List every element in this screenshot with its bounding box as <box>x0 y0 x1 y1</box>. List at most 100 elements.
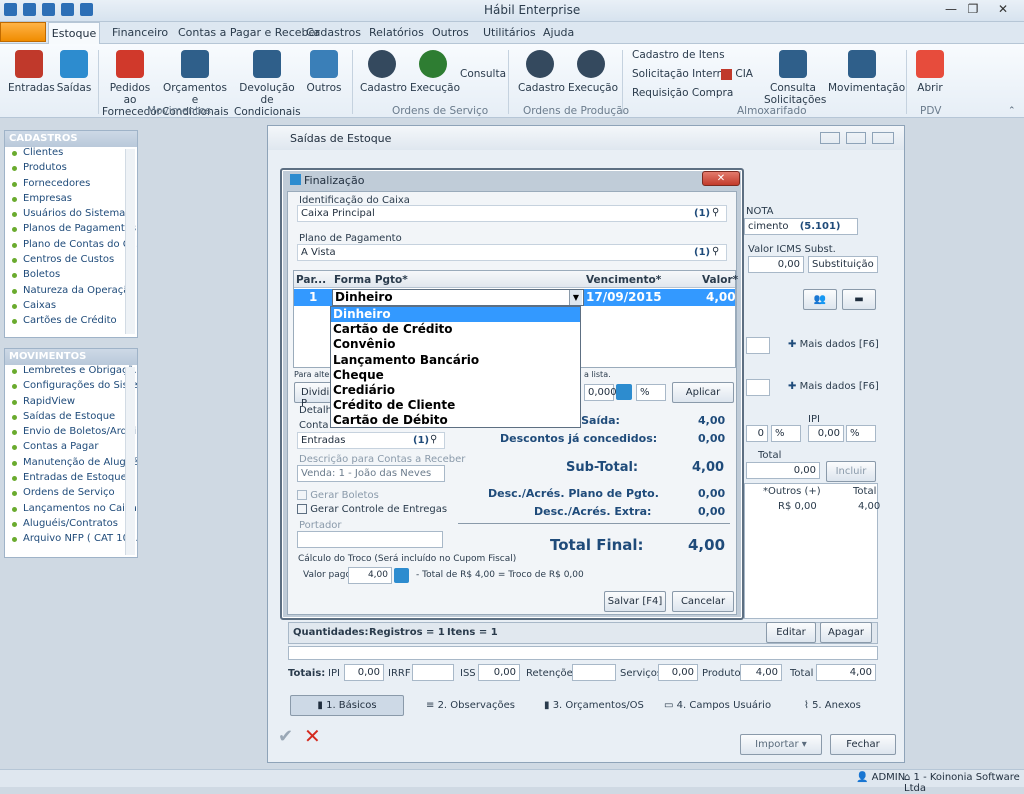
sidebar-item[interactable]: Saídas de Estoque <box>5 411 137 426</box>
tab-campos-usuario[interactable]: ▭ 4. Campos Usuário <box>664 700 771 711</box>
minimize-button[interactable]: — <box>940 2 962 18</box>
option-lancamento-bancario[interactable]: Lançamento Bancário <box>331 353 580 368</box>
tab-financeiro[interactable]: Financeiro <box>112 26 168 39</box>
movimentos-header[interactable]: MOVIMENTOS <box>5 349 137 365</box>
cadastros-scrollbar[interactable] <box>125 149 135 334</box>
tab-ajuda[interactable]: Ajuda <box>543 26 574 39</box>
tab-relatorios[interactable]: Relatórios <box>369 26 424 39</box>
rate-pct-select[interactable]: % <box>636 384 666 401</box>
sidebar-item[interactable]: Usuários do Sistema <box>5 208 137 223</box>
sidebar-item[interactable]: RapidView <box>5 396 137 411</box>
mais-dados-button-1[interactable]: ✚ Mais dados [F6] <box>788 339 879 350</box>
dialog-close-button[interactable]: ✕ <box>702 171 740 186</box>
sidebar-item[interactable]: Cartões de Crédito <box>5 315 137 330</box>
mais-dados-button-2[interactable]: ✚ Mais dados [F6] <box>788 381 879 392</box>
sidebar-item[interactable]: Manutenção de Alugué... <box>5 457 137 472</box>
option-cartao-debito[interactable]: Cartão de Débito <box>331 413 580 428</box>
close-button[interactable]: ✕ <box>992 2 1014 18</box>
aplicar-button[interactable]: Aplicar <box>672 382 734 403</box>
calendar-icon[interactable] <box>61 3 74 16</box>
requisicao-compra-button[interactable]: Requisição Compra <box>632 87 733 99</box>
portador-field[interactable] <box>297 531 443 548</box>
people-button[interactable]: 👥 <box>803 289 837 310</box>
saidas-restore-button[interactable] <box>846 132 866 144</box>
calculator-icon[interactable] <box>616 384 632 400</box>
ipi-pct-select[interactable]: % <box>846 425 876 442</box>
subst-select[interactable]: Substituição <box>808 256 878 273</box>
solicitacao-interna-button[interactable]: Solicitação Interna <box>632 68 730 80</box>
truck-button[interactable]: ▬ <box>842 289 876 310</box>
option-dinheiro[interactable]: Dinheiro <box>331 307 580 323</box>
tab-cadastros[interactable]: Cadastros <box>306 26 361 39</box>
tab-estoque[interactable]: Estoque <box>48 22 100 44</box>
saidas-button[interactable]: Saídas <box>54 50 94 94</box>
print-icon[interactable] <box>23 3 36 16</box>
chevron-down-icon[interactable]: ▼ <box>569 290 582 305</box>
sidebar-item[interactable]: Contas a Pagar <box>5 441 137 456</box>
sidebar-item[interactable]: Lançamentos no Caixa <box>5 503 137 518</box>
sidebar-item[interactable]: Clientes <box>5 147 137 162</box>
disc-pct-select[interactable]: % <box>771 425 801 442</box>
descricao-field[interactable]: Venda: 1 - João das Neves <box>297 465 445 482</box>
total-field[interactable]: 0,00 <box>746 462 820 479</box>
sidebar-item[interactable]: Lembretes e Obrigaçõ... <box>5 365 137 380</box>
outros-button[interactable]: Outros <box>304 50 344 94</box>
restore-button[interactable]: ❐ <box>962 2 984 18</box>
gerar-entregas-checkbox[interactable]: Gerar Controle de Entregas <box>297 504 447 515</box>
option-credito-cliente[interactable]: Crédito de Cliente <box>331 398 580 413</box>
tab-anexos[interactable]: ⌇ 5. Anexos <box>804 700 861 711</box>
tab-contas[interactable]: Contas a Pagar e Receber <box>178 26 320 39</box>
option-convenio[interactable]: Convênio <box>331 337 580 352</box>
op-cadastro-button[interactable]: Cadastro <box>518 50 565 94</box>
sidebar-item[interactable]: Empresas <box>5 193 137 208</box>
binoculars-icon[interactable]: ⚲ <box>712 207 719 218</box>
sidebar-item[interactable]: Fornecedores <box>5 178 137 193</box>
fechar-button[interactable]: Fechar <box>830 734 896 755</box>
cancelar-button[interactable]: Cancelar <box>672 591 734 612</box>
cadastro-itens-button[interactable]: Cadastro de Itens <box>632 49 725 61</box>
tab-observacoes[interactable]: ≡ 2. Observações <box>426 700 515 711</box>
tab-utilitarios[interactable]: Utilitários <box>483 26 536 39</box>
editar-button[interactable]: Editar <box>766 622 816 643</box>
binoculars-icon[interactable]: ⚲ <box>430 434 437 445</box>
salvar-button[interactable]: Salvar [F4] <box>604 591 666 612</box>
saidas-close-button[interactable] <box>872 132 894 144</box>
grid-row[interactable]: 1 Dinheiro ▼ 17/09/2015 4,00 <box>294 289 736 306</box>
saidas-minimize-button[interactable] <box>820 132 840 144</box>
binoculars-icon[interactable]: ⚲ <box>712 246 719 257</box>
incluir-button[interactable]: Incluir <box>826 461 876 482</box>
calculator-icon[interactable] <box>394 568 409 583</box>
option-crediario[interactable]: Crediário <box>331 383 580 398</box>
natureza-field[interactable]: cimento (5.101) <box>744 218 858 235</box>
sidebar-item[interactable]: Centros de Custos <box>5 254 137 269</box>
sidebar-item[interactable]: Boletos <box>5 269 137 284</box>
app-menu-button[interactable] <box>0 22 46 42</box>
gerar-boletos-checkbox[interactable]: Gerar Boletos <box>297 490 379 501</box>
apagar-button[interactable]: Apagar <box>820 622 872 643</box>
home-icon[interactable] <box>80 3 93 16</box>
sidebar-item[interactable]: Planos de Pagamentos <box>5 223 137 238</box>
sidebar-item[interactable]: Produtos <box>5 162 137 177</box>
confirm-icon[interactable]: ✔ <box>278 726 293 747</box>
entradas-button[interactable]: Entradas <box>8 50 55 94</box>
forma-pgto-select[interactable]: Dinheiro ▼ <box>332 289 584 306</box>
cia-button[interactable]: CIA <box>721 68 753 80</box>
os-execucao-button[interactable]: Execução <box>410 50 460 94</box>
disc-field[interactable]: 0 <box>746 425 768 442</box>
op-execucao-button[interactable]: Execução <box>568 50 618 94</box>
rate-field[interactable]: 0,0000 <box>584 384 623 401</box>
movimentos-scrollbar[interactable] <box>125 367 135 555</box>
icms-field[interactable]: 0,00 <box>748 256 804 273</box>
devolucao-button[interactable]: Devolução de Condicionais <box>234 50 301 118</box>
field-a[interactable] <box>746 337 770 354</box>
os-consulta-button[interactable]: Consulta <box>460 68 506 80</box>
sidebar-item[interactable]: Caixas <box>5 300 137 315</box>
valor-pago-field[interactable]: 4,00 <box>348 567 392 584</box>
sidebar-item[interactable]: Arquivo NFP ( CAT 102... <box>5 533 137 548</box>
ipi-field[interactable]: 0,00 <box>808 425 844 442</box>
option-cartao-credito[interactable]: Cartão de Crédito <box>331 322 580 337</box>
tab-basicos[interactable]: ▮ 1. Básicos <box>290 695 404 716</box>
consulta-solicitacoes-button[interactable]: Consulta Solicitações <box>764 50 826 106</box>
caixa-field[interactable]: Caixa Principal (1) ⚲ <box>297 205 727 222</box>
sidebar-item[interactable]: Plano de Contas do Ca... <box>5 239 137 254</box>
